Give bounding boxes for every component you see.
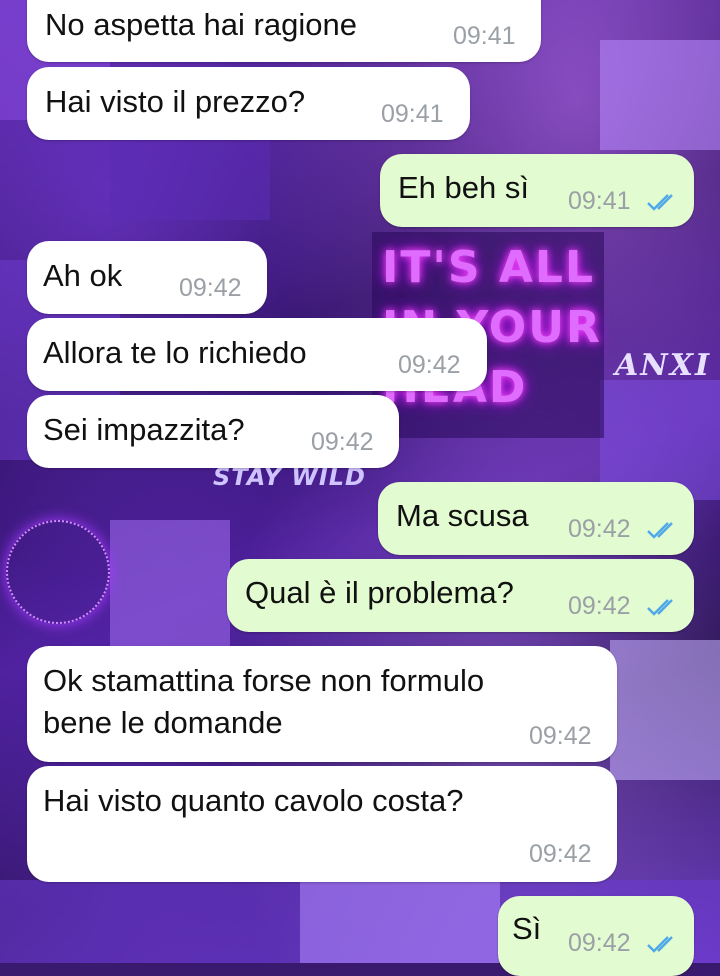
outgoing-message[interactable]: Ma scusa 09:42 <box>378 482 694 555</box>
message-text: Hai visto quanto cavolo costa? <box>43 783 464 818</box>
message-time: 09:42 <box>568 515 631 543</box>
message-time: 09:42 <box>568 592 631 620</box>
message-text: Allora te lo richiedo <box>43 335 307 370</box>
outgoing-message[interactable]: Sì 09:42 <box>498 896 694 976</box>
message-text: Qual è il problema? <box>245 575 514 610</box>
incoming-message[interactable]: Sei impazzita? 09:42 <box>27 395 399 468</box>
message-time: 09:41 <box>453 22 516 50</box>
outgoing-message[interactable]: Eh beh sì 09:41 <box>380 154 694 227</box>
message-text: Ah ok <box>43 258 123 293</box>
message-text: Hai visto il prezzo? <box>45 84 306 119</box>
message-time: 09:42 <box>398 351 461 379</box>
incoming-message[interactable]: Allora te lo richiedo 09:42 <box>27 318 487 391</box>
incoming-message[interactable]: No aspetta hai ragione 09:41 <box>27 0 541 62</box>
outgoing-message[interactable]: Qual è il problema? 09:42 <box>227 559 694 632</box>
incoming-message[interactable]: Hai visto il prezzo? 09:41 <box>27 67 470 140</box>
message-time: 09:42 <box>568 929 631 957</box>
read-ticks-icon <box>646 596 680 618</box>
ferris-wheel-graphic <box>6 520 110 624</box>
wallpaper-tile <box>110 520 230 650</box>
read-ticks-icon <box>646 191 680 213</box>
message-time: 09:42 <box>529 840 592 868</box>
message-text: Eh beh sì <box>398 170 529 205</box>
incoming-message[interactable]: Hai visto quanto cavolo costa? 09:42 <box>27 766 617 882</box>
message-text: Sì <box>512 911 542 946</box>
incoming-message[interactable]: Ok stamattina forse non formulo bene le … <box>27 646 617 762</box>
message-time: 09:42 <box>311 428 374 456</box>
message-time: 09:41 <box>381 100 444 128</box>
message-text: bene le domande <box>43 705 283 740</box>
message-text: Sei impazzita? <box>43 412 245 447</box>
read-ticks-icon <box>646 933 680 955</box>
message-time: 09:42 <box>179 274 242 302</box>
wallpaper-tile <box>300 880 500 963</box>
message-time: 09:41 <box>568 187 631 215</box>
message-text: No aspetta hai ragione <box>45 7 357 42</box>
message-time: 09:42 <box>529 722 592 750</box>
wallpaper-tile <box>610 640 720 780</box>
incoming-message[interactable]: Ah ok 09:42 <box>27 241 267 314</box>
wallpaper-sign: ANXI <box>615 348 712 383</box>
neon-line: IT'S ALL <box>382 242 595 293</box>
read-ticks-icon <box>646 519 680 541</box>
message-text: Ma scusa <box>396 498 529 533</box>
wallpaper-tile <box>600 40 720 150</box>
message-text: Ok stamattina forse non formulo <box>43 663 485 698</box>
